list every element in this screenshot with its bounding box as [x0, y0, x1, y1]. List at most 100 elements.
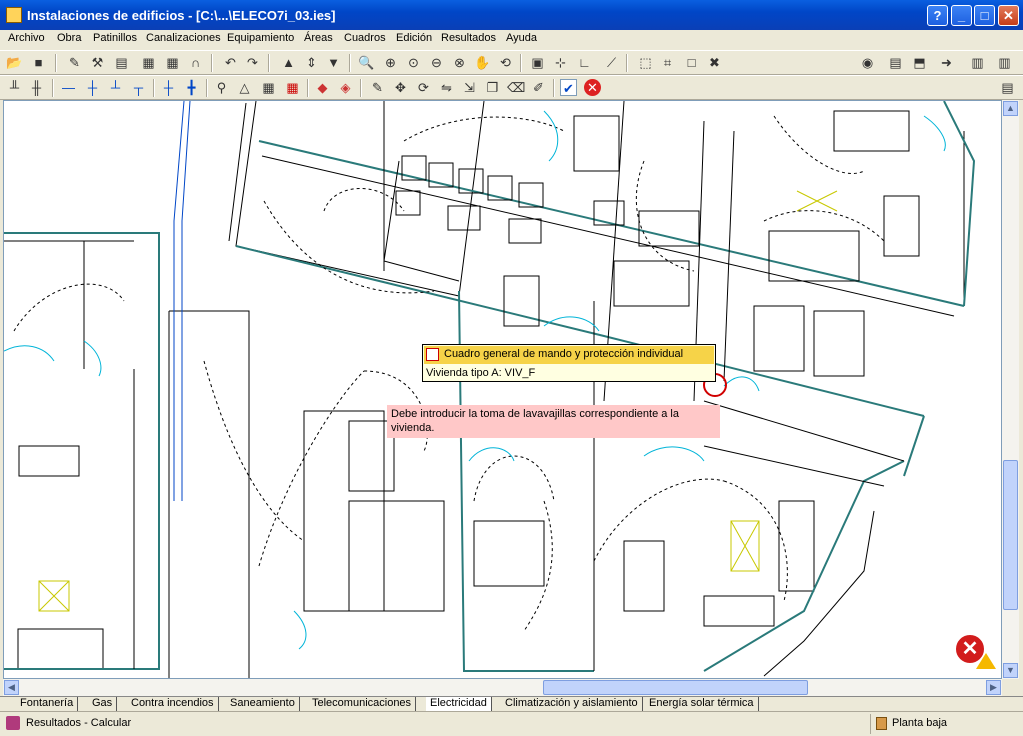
- mirror-icon[interactable]: ⇋: [438, 79, 455, 96]
- accept-icon[interactable]: ✔: [560, 79, 577, 96]
- measure-icon[interactable]: ⊹: [552, 54, 569, 71]
- horizontal-scroll-thumb[interactable]: [543, 680, 808, 695]
- snap-icon[interactable]: □: [683, 54, 700, 71]
- tab-contra-incendios[interactable]: Contra incendios: [127, 697, 219, 711]
- tab-saneamiento[interactable]: Saneamiento: [226, 697, 300, 711]
- move-icon[interactable]: ✥: [392, 79, 409, 96]
- stretch-icon[interactable]: ⇲: [461, 79, 478, 96]
- tool-icon[interactable]: ┼: [160, 79, 177, 96]
- warning-icon[interactable]: [976, 653, 996, 669]
- module-tabs: Fontanería Gas Contra incendios Saneamie…: [0, 696, 1023, 711]
- results-icon: [6, 716, 20, 730]
- tools-icon[interactable]: ✖: [706, 54, 723, 71]
- eraser-icon[interactable]: ⌫: [507, 79, 525, 96]
- tool-icon[interactable]: ╨: [6, 79, 23, 96]
- menu-cuadros[interactable]: Cuadros: [344, 32, 386, 44]
- drawing-canvas[interactable]: Cuadro general de mando y protección ind…: [3, 100, 1002, 679]
- tool-icon[interactable]: ▦: [284, 79, 301, 96]
- menu-patinillos[interactable]: Patinillos: [93, 32, 137, 44]
- snap-icon[interactable]: ⬚: [637, 54, 654, 71]
- tool-icon[interactable]: ╋: [183, 79, 200, 96]
- tooltip-subtitle: Vivienda tipo A: VIV_F: [426, 367, 536, 379]
- menu-areas[interactable]: Áreas: [304, 32, 333, 44]
- tool-icon[interactable]: ╫: [28, 79, 45, 96]
- arrow-up-icon[interactable]: ▲: [280, 54, 297, 71]
- tool-icon[interactable]: ┬: [130, 79, 147, 96]
- scroll-left-button[interactable]: ◀: [4, 680, 19, 695]
- redo-icon[interactable]: ↷: [244, 54, 261, 71]
- tab-fontaneria[interactable]: Fontanería: [16, 697, 79, 711]
- tool-icon[interactable]: ▤: [113, 54, 130, 71]
- tool-icon[interactable]: ⚒: [89, 54, 106, 71]
- scroll-right-button[interactable]: ▶: [986, 680, 1001, 695]
- tab-electricidad[interactable]: Electricidad: [426, 697, 492, 711]
- minimize-button[interactable]: _: [951, 5, 972, 26]
- export-icon[interactable]: ⬒: [911, 54, 928, 71]
- globe-icon[interactable]: ◉: [859, 54, 876, 71]
- layers-icon[interactable]: ▣: [529, 54, 546, 71]
- scroll-up-button[interactable]: ▲: [1003, 101, 1018, 116]
- vertical-scroll-thumb[interactable]: [1003, 460, 1018, 610]
- scroll-down-button[interactable]: ▼: [1003, 663, 1018, 678]
- horizontal-scrollbar[interactable]: ◀ ▶: [3, 679, 1002, 696]
- copy-icon[interactable]: ❐: [484, 79, 501, 96]
- help-button[interactable]: ?: [927, 5, 948, 26]
- tool-icon[interactable]: ✎: [66, 54, 83, 71]
- pencil-icon[interactable]: ✎: [369, 79, 386, 96]
- close-button[interactable]: ✕: [998, 5, 1019, 26]
- vertical-scrollbar[interactable]: ▲ ▼: [1002, 100, 1019, 679]
- cancel-icon[interactable]: ✕: [584, 79, 601, 96]
- window-title: Instalaciones de edificios - [C:\...\ELE…: [27, 8, 336, 23]
- menu-archivo[interactable]: Archivo: [8, 32, 45, 44]
- floor-icon: [876, 717, 887, 730]
- panel-icon[interactable]: ▤: [999, 79, 1016, 96]
- zoom-out-icon[interactable]: ⊖: [428, 54, 445, 71]
- status-bar: Resultados - Calcular Planta baja: [0, 711, 1023, 736]
- magnet-icon[interactable]: ∩: [187, 54, 204, 71]
- app-icon: [6, 7, 22, 23]
- arrow-updown-icon[interactable]: ⇕: [303, 54, 320, 71]
- edit-icon[interactable]: ✐: [530, 79, 547, 96]
- cube-icon[interactable]: ◈: [337, 79, 354, 96]
- tool-icon[interactable]: △: [236, 79, 253, 96]
- tooltip-title: Cuadro general de mando y protección ind…: [444, 348, 684, 360]
- zoom-icon[interactable]: 🔍: [358, 54, 375, 71]
- floors-icon[interactable]: ▥: [969, 54, 986, 71]
- menu-ayuda[interactable]: Ayuda: [506, 32, 537, 44]
- cube-icon[interactable]: ◆: [314, 79, 331, 96]
- tab-climatizacion[interactable]: Climatización y aislamiento: [501, 697, 643, 711]
- line-icon[interactable]: ⟋: [603, 54, 620, 71]
- zoom-all-icon[interactable]: ⊗: [451, 54, 468, 71]
- pan-icon[interactable]: ✋: [474, 54, 491, 71]
- menu-resultados[interactable]: Resultados: [441, 32, 496, 44]
- snap-icon[interactable]: ⌗: [659, 54, 676, 71]
- save-icon[interactable]: ■: [30, 54, 47, 71]
- regen-icon[interactable]: ⟲: [497, 54, 514, 71]
- tool-icon[interactable]: ┼: [84, 79, 101, 96]
- tool-icon[interactable]: ▦: [140, 54, 157, 71]
- arrow-down-icon[interactable]: ▼: [325, 54, 342, 71]
- tool-icon[interactable]: —: [60, 79, 77, 96]
- open-icon[interactable]: 📂: [6, 54, 23, 71]
- menu-edicion[interactable]: Edición: [396, 32, 432, 44]
- status-text: Resultados - Calcular: [26, 717, 132, 729]
- maximize-button[interactable]: □: [974, 5, 995, 26]
- rotate-icon[interactable]: ⟳: [415, 79, 432, 96]
- tab-energia-solar[interactable]: Energía solar térmica: [645, 697, 759, 711]
- import-icon[interactable]: ➜: [938, 54, 955, 71]
- zoom-window-icon[interactable]: ⊙: [405, 54, 422, 71]
- menu-obra[interactable]: Obra: [57, 32, 81, 44]
- tab-telecomunicaciones[interactable]: Telecomunicaciones: [308, 697, 417, 711]
- grid-icon[interactable]: ▦: [164, 54, 181, 71]
- floors-down-icon[interactable]: ▥: [996, 54, 1013, 71]
- menu-canalizaciones[interactable]: Canalizaciones: [146, 32, 221, 44]
- menu-equipamiento[interactable]: Equipamiento: [227, 32, 294, 44]
- tool-icon[interactable]: ⚲: [213, 79, 230, 96]
- print-icon[interactable]: ▤: [887, 54, 904, 71]
- undo-icon[interactable]: ↶: [222, 54, 239, 71]
- tool-icon[interactable]: ▦: [260, 79, 277, 96]
- tool-icon[interactable]: ┴: [107, 79, 124, 96]
- zoom-in-icon[interactable]: ⊕: [382, 54, 399, 71]
- tab-gas[interactable]: Gas: [88, 697, 118, 711]
- angle-icon[interactable]: ∟: [576, 54, 593, 71]
